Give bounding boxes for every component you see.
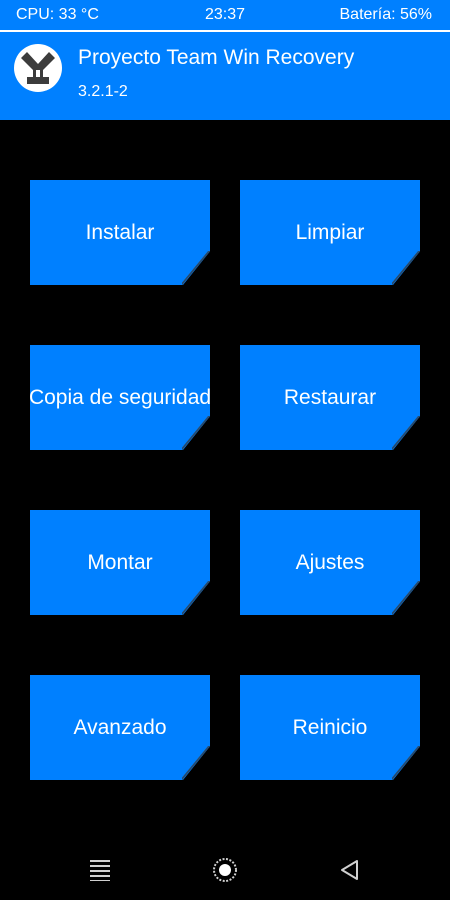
wipe-button[interactable]: Limpiar: [240, 180, 420, 285]
status-bar: CPU: 33 °C 23:37 Batería: 56%: [0, 0, 450, 30]
advanced-button[interactable]: Avanzado: [30, 675, 210, 780]
settings-button[interactable]: Ajustes: [240, 510, 420, 615]
backup-button-label: Copia de seguridad: [28, 385, 212, 409]
restore-button[interactable]: Restaurar: [240, 345, 420, 450]
restore-button-label: Restaurar: [283, 385, 377, 409]
navigation-bar: [0, 840, 450, 900]
reboot-button[interactable]: Reinicio: [240, 675, 420, 780]
twrp-logo-icon: [14, 44, 62, 92]
mount-button[interactable]: Montar: [30, 510, 210, 615]
app-header: Proyecto Team Win Recovery 3.2.1-2: [0, 32, 450, 120]
back-triangle-icon[interactable]: [337, 857, 363, 883]
backup-button[interactable]: Copia de seguridad: [30, 345, 210, 450]
install-button-label: Instalar: [85, 220, 155, 244]
app-title: Proyecto Team Win Recovery: [78, 46, 355, 69]
app-version: 3.2.1-2: [78, 83, 128, 100]
battery-level: Batería: 56%: [339, 6, 433, 23]
advanced-button-label: Avanzado: [73, 715, 167, 739]
wipe-button-label: Limpiar: [295, 220, 365, 244]
mount-button-label: Montar: [87, 550, 153, 574]
home-circle-icon[interactable]: [212, 857, 238, 883]
menu-lines-icon[interactable]: [87, 857, 113, 883]
main-menu-grid: Instalar Limpiar Copia de seguridad Rest…: [30, 180, 420, 780]
reboot-button-label: Reinicio: [292, 715, 368, 739]
install-button[interactable]: Instalar: [30, 180, 210, 285]
settings-button-label: Ajustes: [295, 550, 365, 574]
